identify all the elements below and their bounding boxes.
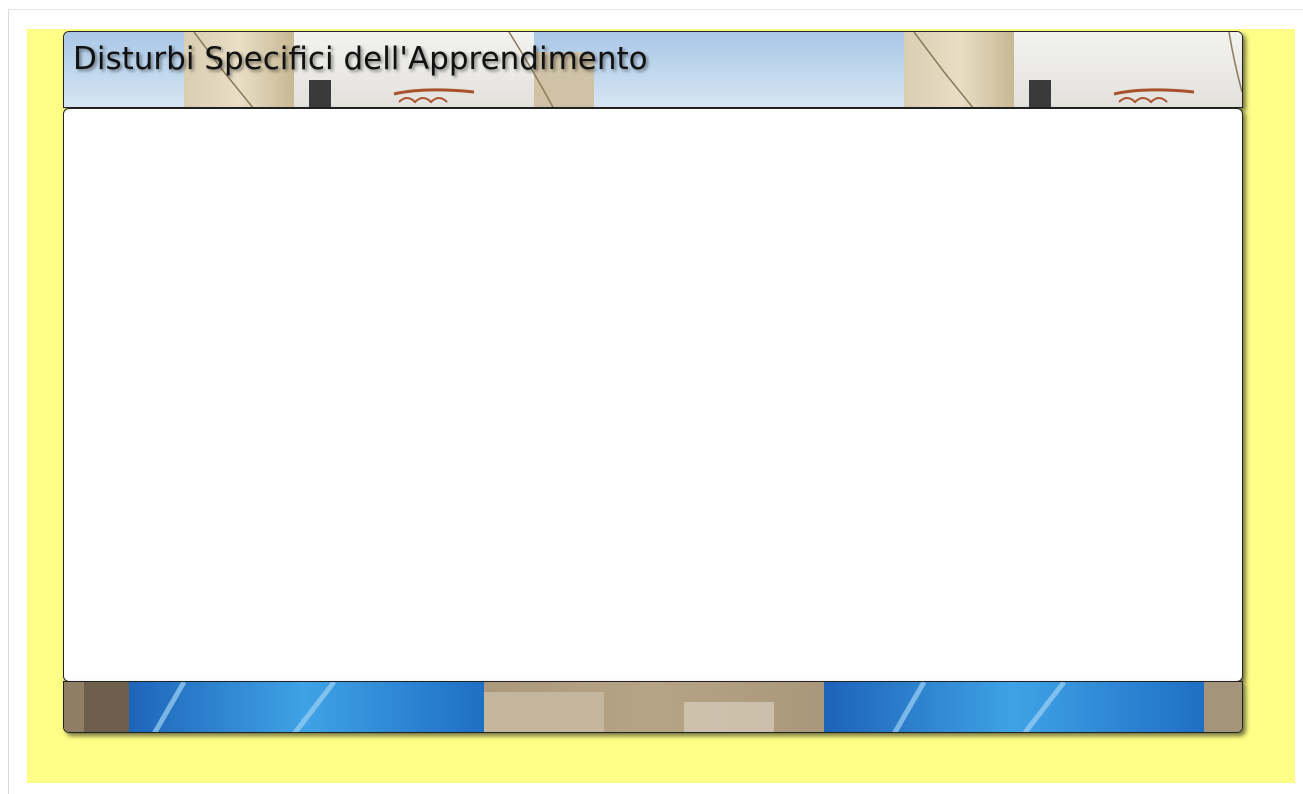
header-banner: Disturbi Specifici dell'Apprendimento [63,31,1243,108]
content-area [63,108,1243,682]
footer-banner [63,681,1243,733]
main-window: Disturbi Specifici dell'Apprendimento [63,31,1243,733]
page-title: Disturbi Specifici dell'Apprendimento [73,41,648,77]
footer-photo [64,682,1242,732]
